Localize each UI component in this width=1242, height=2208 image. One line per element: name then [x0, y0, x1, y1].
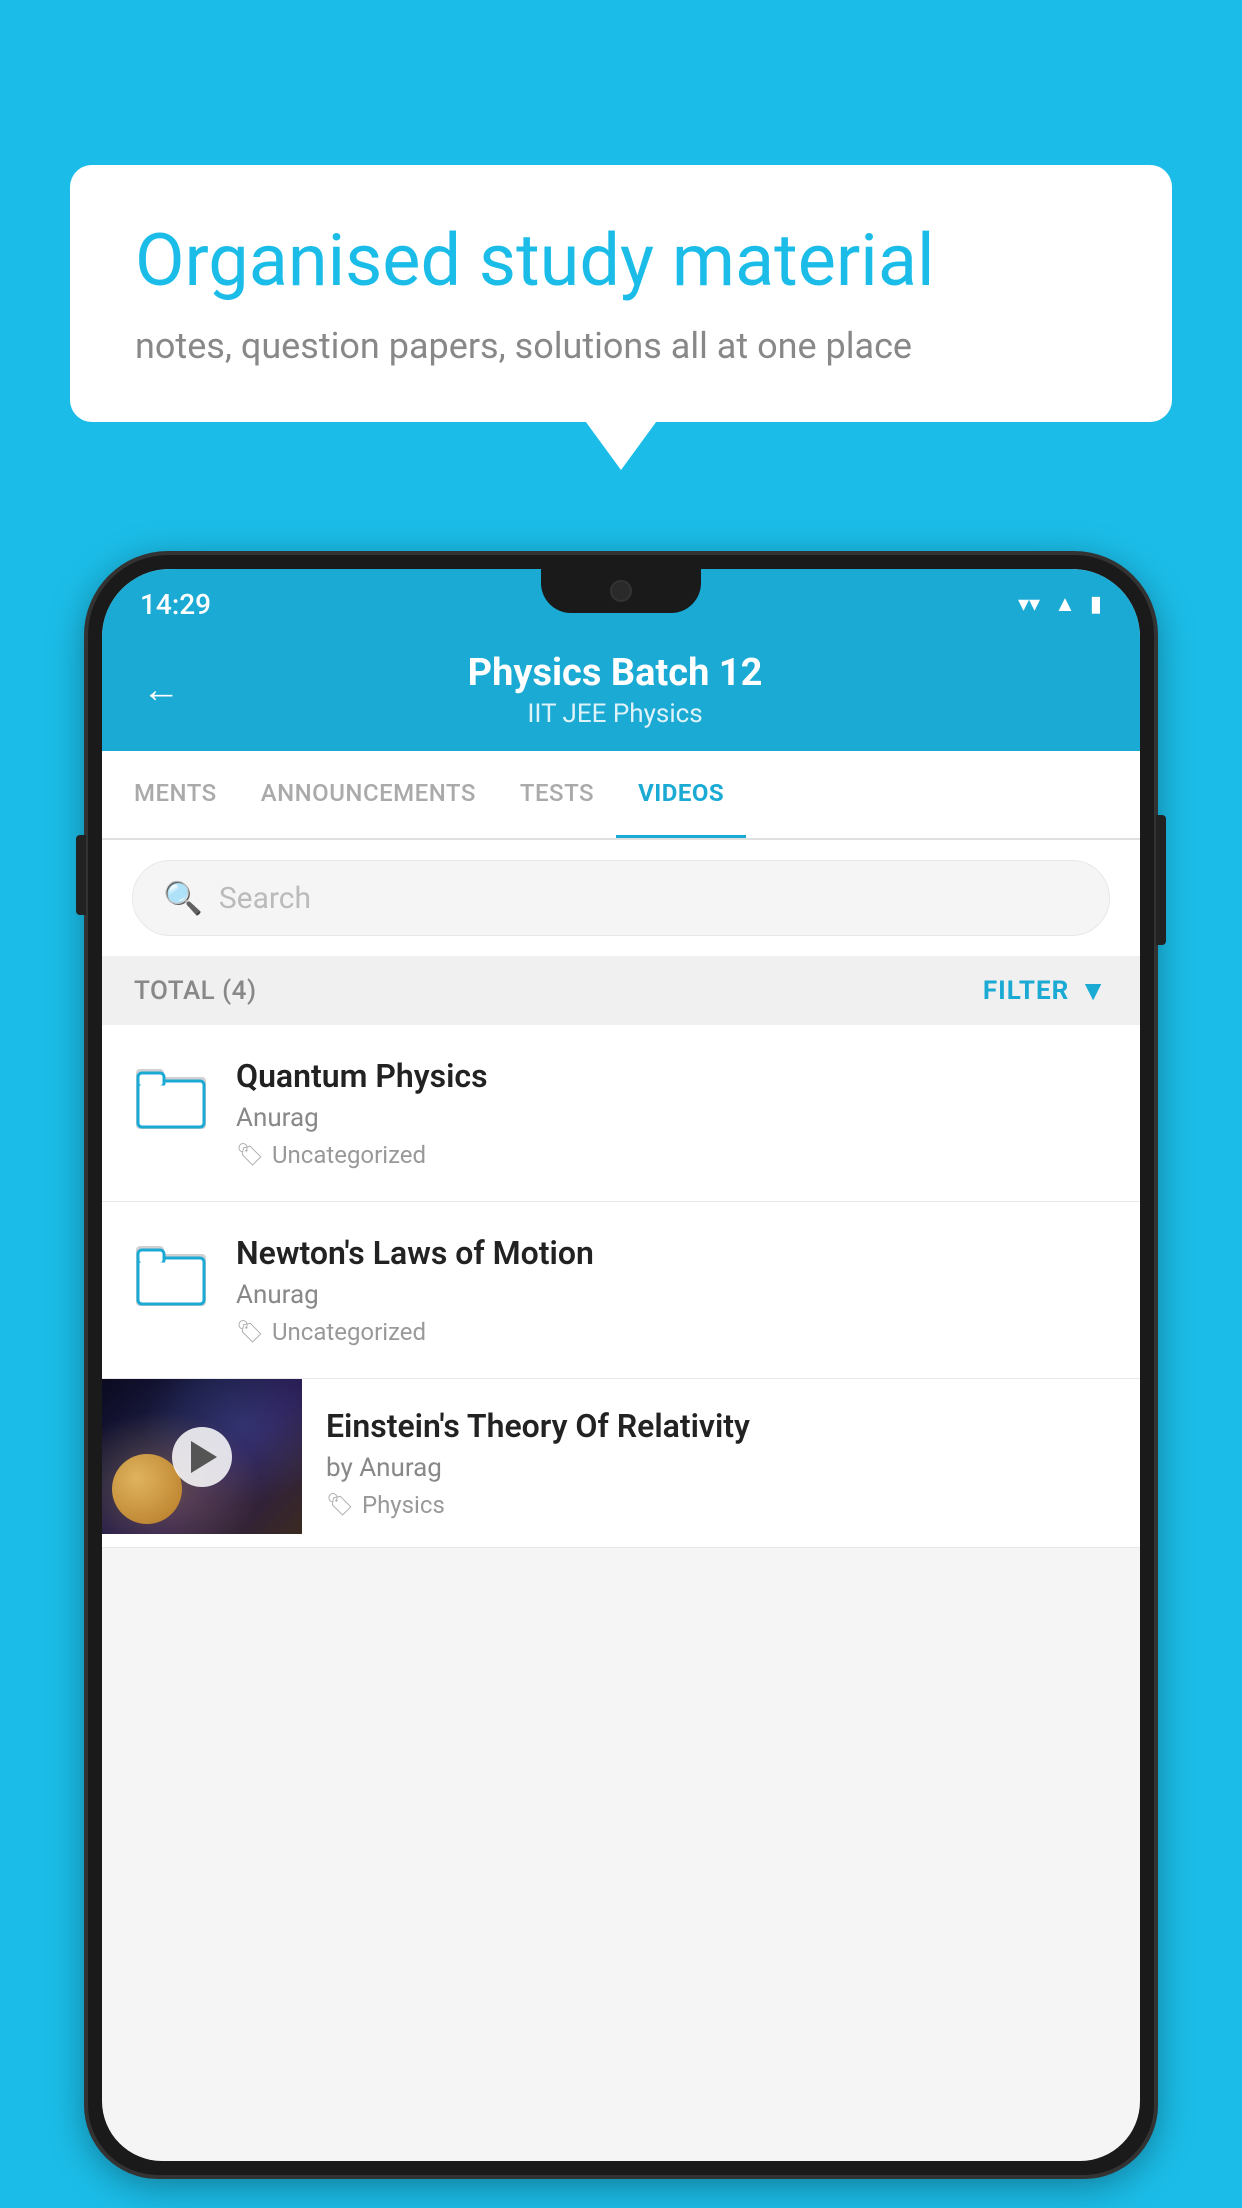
battery-icon: ▮ [1090, 592, 1102, 617]
header-title: Physics Batch 12 [210, 651, 1020, 695]
search-icon: 🔍 [163, 879, 203, 917]
tab-tests[interactable]: TESTS [498, 751, 616, 838]
tab-announcements[interactable]: ANNOUNCEMENTS [239, 751, 498, 838]
speech-bubble-heading: Organised study material [135, 220, 1107, 303]
speech-bubble: Organised study material notes, question… [70, 165, 1172, 422]
search-bar-container: 🔍 Search [102, 840, 1140, 956]
camera-dot [610, 580, 632, 602]
total-count: TOTAL (4) [134, 976, 257, 1006]
tag-icon: 🏷 [236, 1320, 264, 1345]
item-author: Anurag [236, 1103, 1110, 1133]
video-tag: 🏷 Physics [326, 1491, 1116, 1519]
folder-svg [136, 1065, 208, 1130]
speech-bubble-subtext: notes, question papers, solutions all at… [135, 325, 1107, 367]
item-title: Quantum Physics [236, 1057, 1110, 1095]
video-thumbnail [102, 1379, 302, 1534]
item-info: Quantum Physics Anurag 🏷 Uncategorized [236, 1057, 1110, 1169]
item-title: Newton's Laws of Motion [236, 1234, 1110, 1272]
app-header: ← Physics Batch 12 IIT JEE Physics [102, 631, 1140, 751]
item-author: Anurag [236, 1280, 1110, 1310]
list-item-video[interactable]: Einstein's Theory Of Relativity by Anura… [102, 1379, 1140, 1548]
phone-notch [541, 569, 701, 613]
video-author: by Anurag [326, 1453, 1116, 1483]
filter-label: FILTER [983, 976, 1069, 1006]
tag-icon: 🏷 [326, 1493, 354, 1518]
play-triangle-icon [191, 1441, 217, 1473]
video-title: Einstein's Theory Of Relativity [326, 1407, 1116, 1445]
item-folder-icon [132, 1234, 212, 1314]
phone-screen: 14:29 ▾▾ ▲ ▮ ← Physics Batch 12 IIT JEE … [102, 569, 1140, 2161]
item-tag: 🏷 Uncategorized [236, 1141, 1110, 1169]
back-button[interactable]: ← [142, 668, 180, 712]
planet-shape [112, 1454, 182, 1524]
list-item[interactable]: Newton's Laws of Motion Anurag 🏷 Uncateg… [102, 1202, 1140, 1379]
phone-container: 14:29 ▾▾ ▲ ▮ ← Physics Batch 12 IIT JEE … [88, 555, 1154, 2208]
item-info: Newton's Laws of Motion Anurag 🏷 Uncateg… [236, 1234, 1110, 1346]
tag-label: Physics [362, 1491, 445, 1519]
search-input[interactable]: Search [219, 881, 311, 916]
speech-bubble-container: Organised study material notes, question… [70, 165, 1172, 422]
header-subtitle: IIT JEE Physics [210, 699, 1020, 729]
wifi-icon: ▾▾ [1018, 592, 1040, 617]
tag-label: Uncategorized [272, 1318, 426, 1346]
search-bar[interactable]: 🔍 Search [132, 860, 1110, 936]
status-time: 14:29 [140, 588, 211, 621]
tab-videos[interactable]: VIDEOS [616, 751, 746, 838]
filter-funnel-icon: ▼ [1079, 974, 1108, 1007]
signal-icon: ▲ [1054, 591, 1076, 617]
header-title-group: Physics Batch 12 IIT JEE Physics [210, 651, 1020, 729]
list-item[interactable]: Quantum Physics Anurag 🏷 Uncategorized [102, 1025, 1140, 1202]
tag-label: Uncategorized [272, 1141, 426, 1169]
play-button[interactable] [172, 1427, 232, 1487]
content-list: Quantum Physics Anurag 🏷 Uncategorized [102, 1025, 1140, 1548]
phone-frame: 14:29 ▾▾ ▲ ▮ ← Physics Batch 12 IIT JEE … [88, 555, 1154, 2175]
status-icons: ▾▾ ▲ ▮ [1018, 591, 1102, 617]
filter-bar: TOTAL (4) FILTER ▼ [102, 956, 1140, 1025]
item-tag: 🏷 Uncategorized [236, 1318, 1110, 1346]
video-info: Einstein's Theory Of Relativity by Anura… [302, 1379, 1140, 1547]
tabs-bar: MENTS ANNOUNCEMENTS TESTS VIDEOS [102, 751, 1140, 840]
tab-ments[interactable]: MENTS [112, 751, 239, 838]
folder-svg [136, 1242, 208, 1307]
tag-icon: 🏷 [236, 1143, 264, 1168]
filter-button[interactable]: FILTER ▼ [983, 974, 1108, 1007]
item-folder-icon [132, 1057, 212, 1137]
